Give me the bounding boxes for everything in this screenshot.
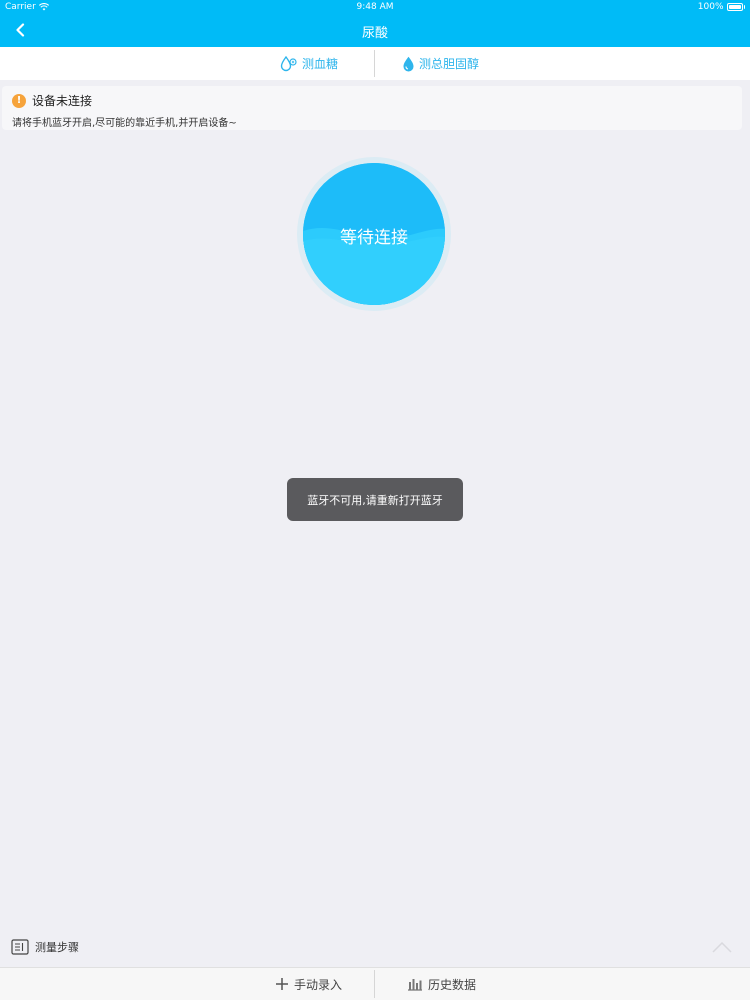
document-icon xyxy=(11,939,29,955)
battery-icon xyxy=(726,3,743,11)
battery-percent: 100% xyxy=(697,2,724,12)
page-title: 尿酸 xyxy=(361,26,388,41)
plus-icon xyxy=(276,978,288,990)
chevron-up-icon xyxy=(712,941,732,953)
measurement-steps-link[interactable]: 测量步骤 xyxy=(11,939,79,955)
toast-message: 蓝牙不可用,请重新打开蓝牙 xyxy=(307,493,443,507)
manual-entry-label: 手动录入 xyxy=(294,977,343,992)
bluetooth-toast: 蓝牙不可用,请重新打开蓝牙 xyxy=(287,478,463,521)
history-data-label: 历史数据 xyxy=(428,977,477,992)
tab-total-cholesterol[interactable]: 测总胆固醇 xyxy=(402,47,479,80)
scroll-to-top-button[interactable] xyxy=(710,938,734,956)
blood-drop-icon xyxy=(280,55,297,71)
urine-acid-screen: Carrier 9:48 AM 100% 尿酸 测血糖 测总胆固醇 ! 设备未连… xyxy=(0,0,750,1000)
battery-status: 100% xyxy=(698,2,745,12)
tab-divider xyxy=(374,50,375,77)
nav-bar: 尿酸 xyxy=(0,14,750,47)
connect-button[interactable]: 等待连接 xyxy=(303,163,445,305)
battery-nub xyxy=(743,5,745,9)
notice-description: 请将手机蓝牙开启,尽可能的靠近手机,并开启设备~ xyxy=(12,118,237,129)
bottom-bar: 手动录入 历史数据 xyxy=(0,967,750,1000)
notice-title-row: ! 设备未连接 xyxy=(12,92,92,109)
tab-total-cholesterol-label: 测总胆固醇 xyxy=(419,57,480,71)
water-drop-icon xyxy=(403,56,414,71)
tab-blood-glucose-label: 测血糖 xyxy=(302,57,339,71)
clock: 9:48 AM xyxy=(356,2,394,12)
bottom-divider xyxy=(374,970,375,998)
tab-blood-glucose[interactable]: 测血糖 xyxy=(280,47,338,80)
measurement-steps-label: 测量步骤 xyxy=(35,941,79,954)
notice-title: 设备未连接 xyxy=(32,94,93,108)
device-disconnected-notice: ! 设备未连接 请将手机蓝牙开启,尽可能的靠近手机,并开启设备~ xyxy=(2,86,742,130)
manual-entry-button[interactable]: 手动录入 xyxy=(275,968,342,1000)
history-data-button[interactable]: 历史数据 xyxy=(407,968,476,1000)
status-bar: Carrier 9:48 AM 100% xyxy=(0,0,750,14)
warning-icon: ! xyxy=(12,93,26,108)
measure-mode-tabs: 测血糖 测总胆固醇 xyxy=(0,47,750,80)
bar-chart-icon xyxy=(408,979,422,991)
connect-status-label: 等待连接 xyxy=(340,228,408,248)
top-bar: Carrier 9:48 AM 100% 尿酸 xyxy=(0,0,750,47)
